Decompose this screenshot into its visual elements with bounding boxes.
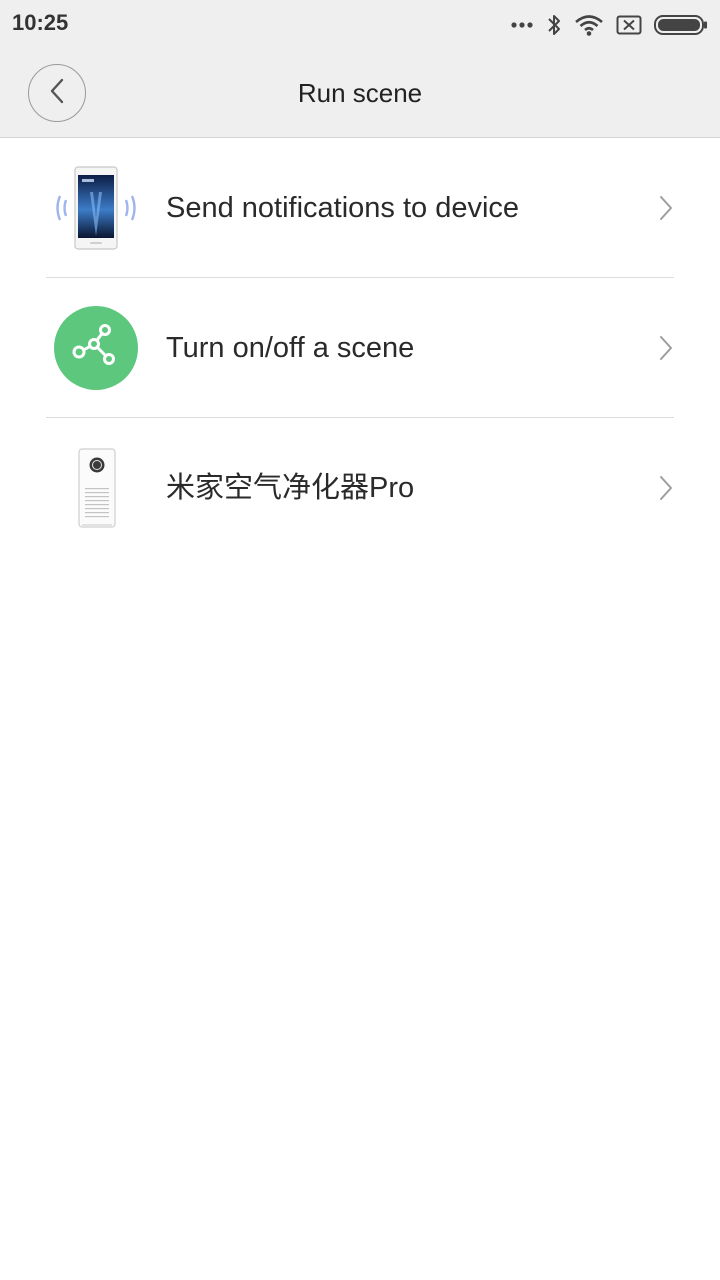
item-label: 米家空气净化器Pro [166, 472, 415, 504]
no-sim-icon [616, 15, 642, 35]
chevron-right-icon [656, 194, 676, 222]
page-title: Run scene [297, 78, 423, 108]
wifi-icon [574, 14, 604, 36]
status-time: 10:25 [12, 10, 69, 35]
action-list: Send notifications to device Turn on/off… [0, 138, 720, 558]
chevron-right-icon [656, 474, 676, 502]
bluetooth-icon [546, 13, 562, 37]
list-item-air-purifier[interactable]: 米家空气净化器Pro [0, 418, 720, 558]
phone-notification-icon [46, 158, 146, 258]
battery-icon [654, 15, 708, 35]
air-purifier-icon [46, 438, 146, 538]
list-item-turn-on-off-scene[interactable]: Turn on/off a scene [0, 278, 720, 418]
chevron-right-icon [656, 334, 676, 362]
status-bar: 10:25 [0, 0, 720, 50]
item-label: Turn on/off a scene [166, 332, 415, 364]
header: Run scene [0, 50, 720, 138]
more-dots-icon [510, 21, 534, 29]
scene-icon [46, 298, 146, 398]
list-item-send-notifications[interactable]: Send notifications to device [0, 138, 720, 278]
status-icons [498, 10, 708, 40]
item-label: Send notifications to device [166, 192, 520, 224]
